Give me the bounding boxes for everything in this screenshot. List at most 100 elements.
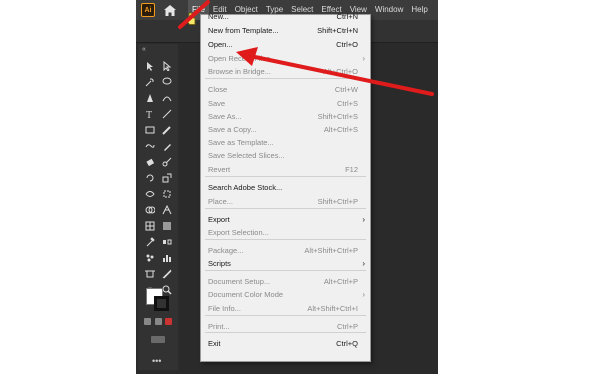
menu-item-label: Place... [208,196,234,206]
menu-item-save-as-template[interactable]: Save as Template... [201,136,370,148]
menu-item-label: Export Selection... [208,227,269,237]
menu-help[interactable]: Help [407,0,431,20]
menu-item-label: Save As... [208,111,242,121]
shape-builder-icon[interactable] [141,204,158,216]
menu-item-search-adobe-stock[interactable]: Search Adobe Stock... [201,181,370,193]
menu-item-label: Print... [208,321,230,331]
menu-item-print[interactable]: Print... Ctrl+P [201,320,370,332]
menu-item-open-recent-files[interactable]: Open Recent Files › [201,52,370,64]
menu-item-shortcut: Ctrl+N [336,11,358,21]
draw-mode-icon[interactable] [151,336,165,343]
menu-separator [205,176,366,177]
menu-item-label: Close [208,84,228,94]
menu-item-shortcut: F12 [345,164,358,174]
menu-separator [205,208,366,209]
menu-item-shortcut: Ctrl+Q [336,338,358,348]
collapse-panel-icon[interactable]: « [142,46,146,53]
menu-item-export-selection[interactable]: Export Selection... [201,226,370,238]
menu-item-shortcut: Alt+Ctrl+O [322,66,358,76]
stroke-swatch[interactable] [154,296,169,311]
menu-item-label: Browse in Bridge... [208,66,271,76]
gradient-tool-icon[interactable] [158,220,175,232]
scale-tool-icon[interactable] [158,172,175,184]
menu-item-label: New from Template... [208,25,279,35]
menu-item-label: Save as Template... [208,137,274,147]
menu-item-save-selected-slices[interactable]: Save Selected Slices... [201,149,370,161]
menu-item-shortcut: Ctrl+O [336,39,358,49]
column-graph-icon[interactable] [158,252,175,264]
menu-item-shortcut: Shift+Ctrl+S [317,111,358,121]
color-mode-icon[interactable] [144,318,151,325]
menu-item-browse-in-bridge[interactable]: Browse in Bridge... Alt+Ctrl+O [201,65,370,77]
paintbrush-icon[interactable] [158,124,175,136]
direct-selection-tool-icon[interactable] [158,60,175,72]
width-tool-icon[interactable] [141,188,158,200]
fill-stroke-swatches[interactable] [146,288,170,312]
menu-item-close[interactable]: Close Ctrl+W [201,83,370,95]
menu-item-export[interactable]: Export › [201,213,370,225]
svg-text:T: T [146,110,152,119]
pencil-icon[interactable] [158,140,175,152]
menu-separator [205,315,366,316]
pen-tool-icon[interactable] [141,92,158,104]
mouse-cursor-icon [186,12,198,31]
menu-item-shortcut: Ctrl+S [336,98,358,108]
gradient-mode-icon[interactable] [154,318,162,325]
menu-item-label: Scripts [208,258,231,268]
menu-item-open[interactable]: Open... Ctrl+O [201,38,370,50]
eyedropper-icon[interactable] [141,236,158,248]
menu-item-shortcut: Shift+Ctrl+P [317,196,358,206]
perspective-grid-icon[interactable] [158,204,175,216]
menu-item-exit[interactable]: Exit Ctrl+Q [201,337,370,349]
menu-item-label: New... [208,11,229,21]
menu-item-scripts[interactable]: Scripts › [201,257,370,269]
rectangle-tool-icon[interactable] [141,124,158,136]
selection-tool-icon[interactable] [141,60,158,72]
home-icon[interactable] [161,1,179,19]
menu-item-shortcut: Shift+Ctrl+N [317,25,358,35]
app-logo: Ai [141,3,155,17]
none-mode-icon[interactable] [165,318,172,325]
menu-item-new-from-template[interactable]: New from Template... Shift+Ctrl+N [201,24,370,36]
more-tools-icon[interactable]: ••• [152,356,161,366]
blend-tool-icon[interactable] [158,236,175,248]
menu-item-shortcut: Ctrl+W [334,84,358,94]
free-transform-icon[interactable] [158,188,175,200]
menu-item-document-setup[interactable]: Document Setup... Alt+Ctrl+P [201,275,370,287]
menu-item-revert[interactable]: Revert F12 [201,163,370,175]
menu-item-save-a-copy[interactable]: Save a Copy... Alt+Ctrl+S [201,123,370,135]
symbol-sprayer-icon[interactable] [141,252,158,264]
menu-window[interactable]: Window [371,0,407,20]
rotate-tool-icon[interactable] [141,172,158,184]
menu-item-save-as[interactable]: Save As... Shift+Ctrl+S [201,110,370,122]
eraser-icon[interactable] [141,156,158,168]
draw-mode-buttons [144,336,172,344]
menu-item-document-color-mode[interactable]: Document Color Mode › [201,288,370,300]
artboard-tool-icon[interactable] [141,268,158,280]
line-tool-icon[interactable] [158,108,175,120]
menu-item-shortcut: Alt+Shift+Ctrl+P [304,245,358,255]
color-mode-buttons [144,318,172,326]
menu-item-label: Revert [208,164,231,174]
scissors-icon[interactable] [158,156,175,168]
menu-item-save[interactable]: Save Ctrl+S [201,97,370,109]
menu-item-shortcut: Alt+Shift+Ctrl+I [307,303,358,313]
lasso-icon[interactable] [158,76,175,88]
submenu-chevron-icon: › [362,53,365,63]
menu-item-package[interactable]: Package... Alt+Shift+Ctrl+P [201,244,370,256]
menu-item-file-info[interactable]: File Info... Alt+Shift+Ctrl+I [201,302,370,314]
menu-item-new[interactable]: New... Ctrl+N [201,10,370,22]
menu-item-label: Document Setup... [208,276,271,286]
menu-item-label: Package... [208,245,244,255]
curvature-tool-icon[interactable] [158,92,175,104]
type-tool-icon[interactable]: T [141,108,158,120]
menu-item-place[interactable]: Place... Shift+Ctrl+P [201,195,370,207]
menu-item-shortcut: Alt+Ctrl+S [323,124,358,134]
menu-item-label: Save a Copy... [208,124,257,134]
slice-tool-icon[interactable] [158,268,175,280]
magic-wand-icon[interactable] [141,76,158,88]
mesh-tool-icon[interactable] [141,220,158,232]
menu-item-label: Document Color Mode [208,289,284,299]
menu-item-label: File Info... [208,303,241,313]
shaper-tool-icon[interactable] [141,140,158,152]
